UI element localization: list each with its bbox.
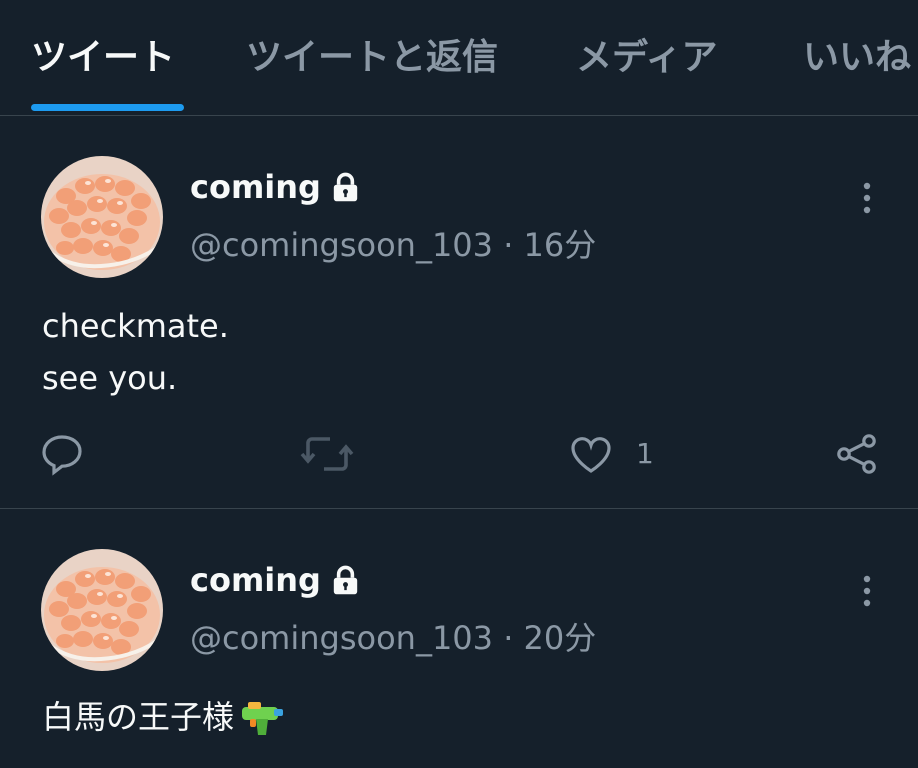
author-handle-and-time: @comingsoon_103 · 16分 [190, 226, 597, 264]
author-handle-and-time: @comingsoon_103 · 20分 [190, 619, 597, 657]
tweet-text-line: 白馬の王子様 [42, 691, 284, 743]
tab-tweets-and-replies[interactable]: ツイートと返信 [246, 28, 498, 80]
tweet-text-line: checkmate. [42, 307, 229, 345]
tweet-text: 白馬の王子様 [42, 698, 235, 736]
like-count: 1 [636, 437, 654, 470]
author-name[interactable]: coming [190, 561, 321, 599]
tab-tweets[interactable]: ツイート [31, 28, 175, 80]
more-icon[interactable] [852, 178, 882, 218]
tweet[interactable]: coming @comingsoon_103 · 20分 白馬の王子様 [0, 509, 918, 768]
retweet-icon[interactable] [300, 430, 354, 478]
tweet[interactable]: coming @comingsoon_103 · 16分 checkmate. … [0, 116, 918, 508]
avatar[interactable] [41, 549, 163, 671]
tab-media[interactable]: メディア [576, 28, 717, 80]
lock-icon [333, 172, 358, 201]
more-icon[interactable] [852, 571, 882, 611]
tab-likes[interactable]: いいね [803, 28, 911, 80]
tweet-text-line: see you. [42, 359, 178, 397]
water-pistol-emoji [242, 702, 284, 735]
share-icon[interactable] [833, 430, 881, 478]
reply-icon[interactable] [38, 430, 86, 478]
active-tab-indicator [31, 104, 184, 111]
lock-icon [333, 565, 358, 594]
author-name-row: coming [190, 168, 362, 206]
like-icon[interactable] [567, 430, 615, 478]
avatar[interactable] [41, 156, 163, 278]
author-name-row: coming [190, 561, 362, 599]
author-name[interactable]: coming [190, 168, 321, 206]
profile-tabs: ツイート ツイートと返信 メディア いいね [0, 0, 918, 116]
